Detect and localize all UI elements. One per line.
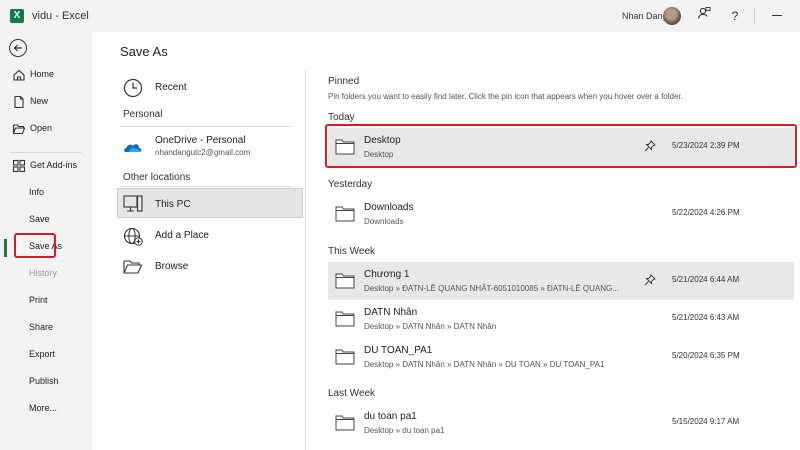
folder-name: du toan pa1 [364, 411, 417, 422]
nav-label: New [30, 96, 49, 106]
folder-icon [335, 349, 355, 365]
nav-item-export[interactable]: Export [0, 344, 92, 368]
help-icon[interactable]: ? [725, 6, 745, 26]
folder-row-datn-nhan[interactable]: DATN Nhân Desktop » DATN Nhân » DATN Nhâ… [328, 300, 794, 338]
onedrive-cloud-icon [124, 144, 142, 152]
folder-date: 5/21/2024 6:43 AM [672, 313, 740, 322]
excel-logo-icon: X [10, 9, 24, 23]
add-ins-icon [12, 159, 26, 173]
section-heading-yesterday: Yesterday [328, 179, 373, 190]
pin-icon[interactable] [644, 274, 656, 286]
nav-item-share[interactable]: Share [0, 317, 92, 341]
selected-indicator [4, 239, 7, 257]
folder-icon [335, 273, 355, 289]
clock-icon [123, 78, 143, 98]
globe-add-icon [123, 227, 143, 246]
nav-item-info[interactable]: Info [0, 182, 92, 206]
titlebar-divider [754, 8, 755, 24]
nav-item-publish[interactable]: Publish [0, 371, 92, 395]
nav-item-get-add-ins[interactable]: Get Add-ins [0, 155, 92, 179]
folder-date: 5/15/2024 9:17 AM [672, 417, 740, 426]
user-name[interactable]: Nhan Dang [622, 11, 668, 21]
new-document-icon [14, 95, 24, 109]
nav-label: Publish [29, 376, 59, 386]
folder-path: Downloads [364, 217, 404, 226]
nav-item-save[interactable]: Save [0, 209, 92, 233]
nav-label: Get Add-ins [30, 160, 78, 170]
folder-row-downloads[interactable]: Downloads Downloads 5/22/2024 4:26 PM [328, 195, 794, 233]
folder-icon [335, 311, 355, 327]
nav-item-print[interactable]: Print [0, 290, 92, 314]
location-label: Add a Place [155, 230, 209, 241]
nav-divider [10, 152, 82, 153]
folder-path: Desktop » DATN Nhân » DATN Nhân [364, 322, 497, 331]
folder-icon [335, 206, 355, 222]
folder-icon [335, 415, 355, 431]
computer-icon [123, 195, 143, 212]
section-heading-today: Today [328, 112, 355, 123]
folder-date: 5/21/2024 6:44 AM [672, 275, 740, 284]
person-feedback-icon[interactable] [694, 6, 714, 26]
nav-item-home[interactable]: Home [0, 64, 92, 88]
location-label: Browse [155, 261, 189, 272]
account-email: nhandangutc2@gmail.com [155, 148, 251, 157]
folder-open-icon [123, 260, 143, 274]
column-divider [305, 70, 306, 450]
folder-name: DU TOAN_PA1 [364, 345, 433, 356]
title-bar: X vidu - Excel Nhan Dang ? [0, 0, 800, 32]
document-title: vidu - Excel [32, 10, 89, 22]
nav-item-new[interactable]: New [0, 91, 92, 115]
nav-item-more[interactable]: More... [0, 398, 92, 422]
nav-item-history: History [0, 263, 92, 287]
nav-label: Home [30, 69, 55, 79]
folder-row-chuong-1[interactable]: Chương 1 Desktop » ĐATN-LÊ QUANG NHẬT-60… [328, 262, 794, 300]
nav-label: History [29, 268, 58, 278]
folder-name: DATN Nhân [364, 307, 418, 318]
group-divider [120, 126, 292, 127]
folder-path: Desktop » DATN Nhân » DATN Nhân » DU TOA… [364, 360, 605, 369]
nav-label: Print [29, 295, 48, 305]
section-heading-last-week: Last Week [328, 388, 376, 399]
annotation-highlight-desktop [325, 124, 797, 168]
nav-label: Info [29, 187, 45, 197]
location-this-pc-selected[interactable] [117, 188, 303, 218]
nav-item-open[interactable]: Open [0, 118, 92, 142]
folder-path: Desktop » ĐATN-LÊ QUANG NHẬT-6051010085 … [364, 284, 619, 293]
folder-date: 5/20/2024 6:35 PM [672, 351, 740, 360]
group-divider [120, 186, 292, 187]
home-icon [13, 69, 25, 81]
nav-label: Open [30, 123, 53, 133]
section-heading-pinned: Pinned [328, 76, 360, 87]
group-heading-personal: Personal [123, 109, 163, 120]
section-heading-this-week: This Week [328, 246, 376, 257]
nav-label: Export [29, 349, 56, 359]
location-label: This PC [155, 199, 191, 210]
folder-name: Downloads [364, 202, 414, 213]
annotation-highlight-save-as [14, 233, 56, 258]
group-heading-other-locations: Other locations [123, 172, 191, 183]
arrow-left-icon [13, 44, 22, 52]
location-label: Recent [155, 82, 187, 93]
nav-label: Save [29, 214, 50, 224]
folder-path: Desktop » du toan pa1 [364, 426, 445, 435]
folder-row-du-toan-pa1-last-week[interactable]: du toan pa1 Desktop » du toan pa1 5/15/2… [328, 404, 794, 442]
folder-row-du-toan-pa1[interactable]: DU TOAN_PA1 Desktop » DATN Nhân » DATN N… [328, 338, 794, 376]
location-label: OneDrive - Personal [155, 135, 246, 146]
open-folder-icon [12, 124, 26, 135]
nav-label: Share [29, 322, 54, 332]
nav-label: More... [29, 403, 58, 413]
page-title: Save As [120, 44, 168, 59]
back-button[interactable] [9, 39, 27, 57]
folder-date: 5/22/2024 4:26 PM [672, 208, 740, 217]
avatar[interactable] [663, 7, 681, 25]
pinned-description: Pin folders you want to easily find late… [328, 92, 683, 101]
minimize-icon[interactable] [772, 15, 782, 16]
folder-name: Chương 1 [364, 269, 410, 280]
